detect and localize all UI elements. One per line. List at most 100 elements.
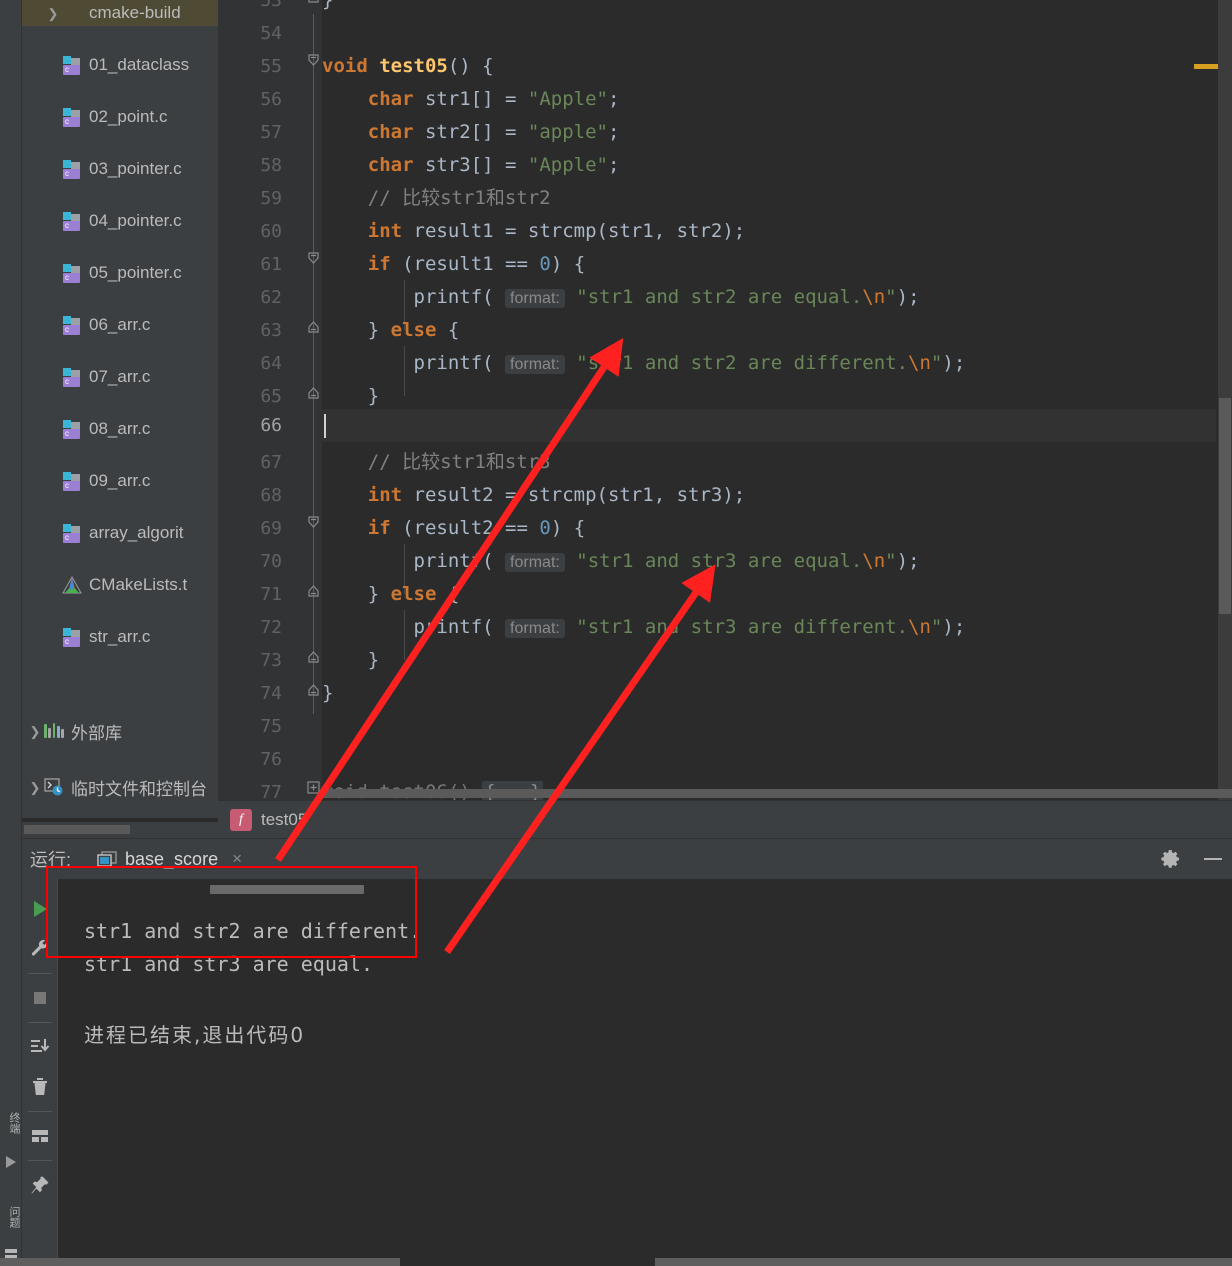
fold-marker-end[interactable]: [306, 681, 321, 696]
cmake-icon: [62, 575, 84, 594]
tree-item-label: 临时文件和控制台: [71, 779, 207, 799]
gear-icon[interactable]: [1160, 848, 1182, 870]
tree-item-08-arr[interactable]: c 08_arr.c: [22, 416, 218, 442]
code-line-67: // 比较str1和str3: [322, 451, 551, 473]
run-panel-actions: [1160, 839, 1224, 879]
minimize-icon[interactable]: [1202, 848, 1224, 870]
code-line-73: }: [322, 649, 380, 671]
sidebar-tab-problems[interactable]: 问题: [0, 1188, 22, 1246]
code-line-70: printf( format: "str1 and str3 are equal…: [322, 550, 920, 572]
breadcrumb-label[interactable]: test05: [261, 810, 307, 830]
param-hint: format:: [505, 553, 565, 572]
pin-tab-button[interactable]: [25, 1165, 55, 1205]
run-config-icon: [97, 850, 117, 868]
line-number: 64: [260, 353, 282, 374]
tree-item-06-arr[interactable]: c 06_arr.c: [22, 312, 218, 338]
fold-marker-end[interactable]: [306, 384, 321, 399]
fold-marker-collapse[interactable]: [306, 252, 321, 267]
sidebar-tab-terminal[interactable]: 终端: [0, 1094, 22, 1152]
console-line-exit-status: 进程已结束,退出代码0: [84, 1023, 306, 1047]
code-line-65: }: [322, 385, 380, 407]
fold-marker-end[interactable]: [306, 318, 321, 333]
c-file-icon: c: [62, 628, 84, 647]
scrollbar-thumb[interactable]: [1219, 398, 1231, 614]
tree-item-str-arr[interactable]: c str_arr.c: [22, 624, 218, 650]
bottom-status-strip: [0, 1258, 1232, 1266]
tree-item-label: 05_pointer.c: [89, 263, 182, 282]
tree-item-cmake-build[interactable]: ❯ cmake-build: [22, 0, 218, 26]
tree-item-04-pointer[interactable]: c 04_pointer.c: [22, 208, 218, 234]
line-number: 58: [260, 155, 282, 176]
line-number: 68: [260, 485, 282, 506]
function-icon: f: [230, 808, 252, 831]
code-editor[interactable]: 53 54 55 56 57 58 59 60 61 62 63 64 65 6…: [218, 0, 1232, 800]
line-number: 75: [260, 716, 282, 737]
code-line-71: } else {: [322, 583, 460, 605]
external-libraries-icon: [44, 722, 66, 740]
c-file-icon: c: [62, 472, 84, 491]
ide-window: 终端 问题 ❯ cmake-build c 01_dataclass c 02_…: [0, 0, 1232, 1266]
editor-horizontal-scrollbar[interactable]: [322, 789, 1232, 798]
line-number: 69: [260, 518, 282, 539]
line-number: 74: [260, 683, 282, 704]
line-number: 60: [260, 221, 282, 242]
tree-item-label: str_arr.c: [89, 627, 151, 646]
tree-item-label: 07_arr.c: [89, 367, 151, 386]
fold-marker-collapse[interactable]: [306, 54, 321, 69]
tree-item-02-point[interactable]: c 02_point.c: [22, 104, 218, 130]
terminal-icon: [6, 1156, 16, 1168]
c-file-icon: c: [62, 368, 84, 387]
line-number: 63: [260, 320, 282, 341]
tree-item-07-arr[interactable]: c 07_arr.c: [22, 364, 218, 390]
left-tool-strip: 终端 问题: [0, 0, 22, 1266]
scroll-to-end-button[interactable]: [25, 1027, 55, 1067]
line-number: 76: [260, 749, 282, 770]
stop-button[interactable]: [25, 978, 55, 1018]
tree-item-label: 04_pointer.c: [89, 211, 182, 230]
tree-item-external-libraries[interactable]: ❯ 外部库: [22, 718, 218, 744]
fold-marker-end[interactable]: [306, 0, 321, 3]
project-tree-panel[interactable]: ❯ cmake-build c 01_dataclass c 02_point.…: [22, 0, 218, 818]
tree-item-label: 06_arr.c: [89, 315, 151, 334]
param-hint: format:: [505, 289, 565, 308]
tree-item-scratches-and-consoles[interactable]: ❯ 临时文件和控制台: [22, 774, 218, 800]
tree-item-label: CMakeLists.t: [89, 575, 188, 594]
param-hint: format:: [505, 619, 565, 638]
tree-item-03-pointer[interactable]: c 03_pointer.c: [22, 156, 218, 182]
fold-marker-end[interactable]: [306, 648, 321, 663]
chevron-right-icon[interactable]: ❯: [26, 781, 44, 794]
soft-wrap-button[interactable]: [25, 1116, 55, 1156]
line-number: 73: [260, 650, 282, 671]
c-file-icon: c: [62, 108, 84, 127]
tree-item-label: 01_dataclass: [89, 55, 190, 74]
clear-all-button[interactable]: [25, 1067, 55, 1107]
code-line-61: if (result1 == 0) {: [322, 253, 586, 275]
code-line-62: printf( format: "str1 and str2 are equal…: [322, 286, 920, 308]
code-line-60: int result1 = strcmp(str1, str2);: [322, 220, 746, 242]
tree-item-label: 外部库: [71, 723, 122, 743]
line-number: 70: [260, 551, 282, 572]
tree-item-cmakelists[interactable]: CMakeLists.t: [22, 572, 218, 598]
tree-item-01-dataclass[interactable]: c 01_dataclass: [22, 52, 218, 78]
code-line-56: char str1[] = "Apple";: [322, 88, 620, 110]
tree-item-label: cmake-build: [89, 3, 181, 22]
line-number: 59: [260, 188, 282, 209]
tree-item-label: 08_arr.c: [89, 419, 151, 438]
breadcrumb[interactable]: f test05: [218, 800, 1232, 838]
tree-item-09-arr[interactable]: c 09_arr.c: [22, 468, 218, 494]
tree-item-array-algorithm[interactable]: c array_algorit: [22, 520, 218, 546]
editor-vertical-scrollbar[interactable]: [1218, 0, 1232, 800]
tree-item-label: 02_point.c: [89, 107, 168, 126]
fold-marker-collapse[interactable]: [306, 516, 321, 531]
line-number: 53: [260, 0, 282, 11]
tree-item-05-pointer[interactable]: c 05_pointer.c: [22, 260, 218, 286]
line-number: 71: [260, 584, 282, 605]
tree-item-label: 09_arr.c: [89, 471, 151, 490]
project-tree-horizontal-scrollbar[interactable]: [22, 822, 218, 838]
c-file-icon: c: [62, 420, 84, 439]
chevron-right-icon[interactable]: ❯: [44, 7, 62, 20]
fold-marker-end[interactable]: [306, 582, 321, 597]
code-line-68: int result2 = strcmp(str1, str3);: [322, 484, 746, 506]
fold-marker-expand[interactable]: [306, 780, 321, 795]
chevron-right-icon[interactable]: ❯: [26, 725, 44, 738]
